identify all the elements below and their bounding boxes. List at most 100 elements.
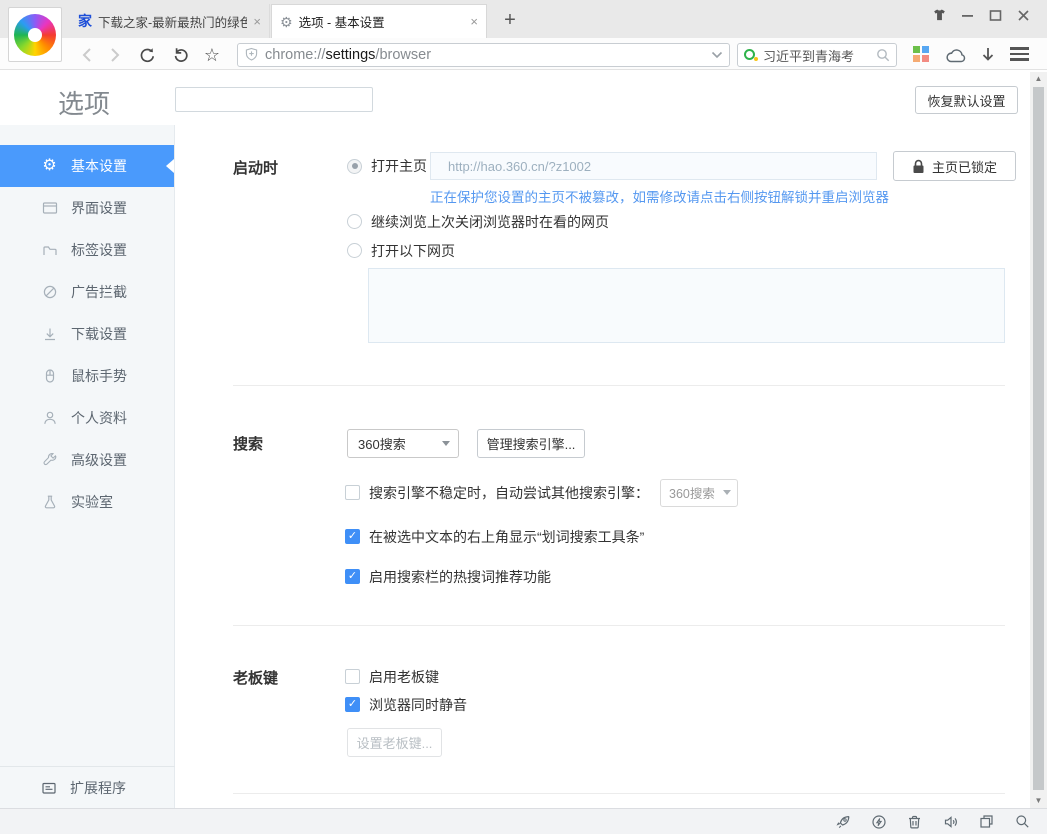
restore-defaults-button[interactable]: 恢复默认设置 — [915, 86, 1018, 114]
divider — [233, 385, 1005, 386]
title-bar: 家 下载之家-最新最热门的绿色... × ⚙ 选项 - 基本设置 × + — [0, 0, 1047, 38]
manage-engines-button[interactable]: 管理搜索引擎... — [477, 429, 585, 458]
url-text: chrome://settings/browser — [265, 47, 431, 63]
bosskey-section-label: 老板键 — [233, 667, 278, 688]
checkbox-enable-bosskey[interactable] — [345, 669, 360, 684]
radio-icon[interactable] — [347, 243, 362, 258]
homepage-locked-button[interactable]: 主页已锁定 — [893, 151, 1016, 181]
new-tab-button[interactable]: + — [497, 8, 523, 32]
tab-icon — [41, 242, 58, 259]
speed-mode-icon[interactable] — [870, 813, 887, 830]
tab-close-icon[interactable]: × — [470, 14, 478, 29]
tab-download-home[interactable]: 家 下载之家-最新最热门的绿色... × — [70, 4, 270, 38]
sidebar-item-interface-settings[interactable]: 界面设置 — [0, 187, 174, 229]
search-query-text[interactable]: 习近平到青海考 — [763, 46, 876, 65]
sidebar-item-basic-settings[interactable]: ⚙ 基本设置 — [0, 145, 174, 187]
divider — [233, 793, 1005, 794]
homepage-protect-notice: 正在保护您设置的主页不被篡改，如需修改请点击右侧按钮解锁并重启浏览器 — [430, 186, 889, 206]
search-icon[interactable] — [876, 48, 890, 62]
maximize-button[interactable] — [981, 5, 1009, 25]
address-bar[interactable]: chrome://settings/browser — [237, 43, 730, 67]
window-restore-icon[interactable] — [978, 813, 995, 830]
hot-words-row: ✓ 启用搜索栏的热搜词推荐功能 — [345, 568, 551, 585]
chevron-down-icon[interactable] — [711, 51, 723, 59]
sidebar-item-profile[interactable]: 个人资料 — [0, 397, 174, 439]
scroll-up-icon[interactable]: ▲ — [1030, 72, 1047, 86]
set-bosskey-button[interactable]: 设置老板键... — [347, 728, 442, 757]
settings-search-input[interactable] — [175, 87, 373, 112]
radio-selected-icon[interactable] — [347, 159, 362, 174]
forward-button[interactable] — [104, 45, 126, 65]
checkbox-label: 启用搜索栏的热搜词推荐功能 — [369, 567, 551, 587]
enable-bosskey-row: 启用老板键 — [345, 668, 439, 685]
booster-rocket-icon[interactable] — [834, 813, 851, 830]
gear-icon: ⚙ — [280, 15, 293, 29]
radio-open-pages[interactable]: 打开以下网页 — [347, 242, 455, 259]
checkbox-label: 在被选中文本的右上角显示“划词搜索工具条” — [369, 527, 644, 547]
site-shield-icon[interactable] — [244, 47, 259, 63]
search-page-icon[interactable] — [1014, 813, 1031, 830]
default-engine-select[interactable]: 360搜索 — [347, 429, 459, 458]
sidebar-item-label: 下载设置 — [71, 324, 127, 344]
refresh-icon[interactable] — [136, 45, 158, 65]
radio-continue-last[interactable]: 继续浏览上次关闭浏览器时在看的网页 — [347, 213, 609, 230]
skin-theme-icon[interactable] — [925, 5, 953, 25]
checkbox-fallback-engine[interactable] — [345, 485, 360, 500]
block-icon — [41, 284, 58, 301]
sidebar-item-tab-settings[interactable]: 标签设置 — [0, 229, 174, 271]
tab-settings[interactable]: ⚙ 选项 - 基本设置 × — [271, 4, 487, 38]
person-icon — [41, 410, 58, 427]
radio-open-homepage[interactable]: 打开主页 — [347, 151, 427, 181]
selection-toolbar-row: ✓ 在被选中文本的右上角显示“划词搜索工具条” — [345, 528, 644, 545]
sidebar-item-extensions[interactable]: 扩展程序 — [0, 766, 175, 808]
speaker-icon[interactable] — [942, 813, 959, 830]
minimize-button[interactable] — [953, 5, 981, 25]
chevron-down-icon — [723, 490, 731, 495]
mute-browser-row: ✓ 浏览器同时静音 — [345, 696, 467, 713]
page-scrollbar[interactable]: ▲ ▼ — [1030, 72, 1047, 808]
tab-favicon: 家 — [78, 11, 92, 31]
bookmark-star-icon[interactable]: ☆ — [201, 45, 223, 65]
trash-icon[interactable] — [906, 813, 923, 830]
scrollbar-thumb[interactable] — [1033, 87, 1044, 790]
browser-logo — [8, 7, 62, 62]
sidebar-item-download-settings[interactable]: 下载设置 — [0, 313, 174, 355]
window-icon — [41, 200, 58, 217]
scroll-down-icon[interactable]: ▼ — [1030, 794, 1047, 808]
sidebar-item-label: 扩展程序 — [70, 778, 126, 798]
sidebar-item-labs[interactable]: 实验室 — [0, 481, 174, 523]
sidebar-item-advanced-settings[interactable]: 高级设置 — [0, 439, 174, 481]
gear-icon: ⚙ — [41, 158, 58, 175]
startup-pages-textarea[interactable] — [368, 268, 1005, 343]
close-button[interactable] — [1009, 5, 1037, 25]
cloud-sync-icon[interactable] — [943, 46, 969, 66]
sidebar-item-label: 鼠标手势 — [71, 366, 127, 386]
tab-close-icon[interactable]: × — [253, 14, 261, 29]
back-button[interactable] — [76, 45, 98, 65]
main-menu-icon[interactable] — [1010, 47, 1029, 61]
checkbox-hot-words[interactable]: ✓ — [345, 569, 360, 584]
flask-icon — [41, 494, 58, 511]
radio-label: 打开主页 — [371, 156, 427, 176]
checkbox-selection-toolbar[interactable]: ✓ — [345, 529, 360, 544]
checkbox-mute-browser[interactable]: ✓ — [345, 697, 360, 712]
homepage-url-input[interactable] — [430, 152, 877, 180]
pinwheel-logo-icon — [14, 14, 56, 56]
sidebar-item-mouse-gestures[interactable]: 鼠标手势 — [0, 355, 174, 397]
sidebar-item-label: 标签设置 — [71, 240, 127, 260]
sidebar-item-label: 个人资料 — [71, 408, 127, 428]
search-box[interactable]: 习近平到青海考 — [737, 43, 897, 67]
radio-icon[interactable] — [347, 214, 362, 229]
sidebar-item-label: 实验室 — [71, 492, 113, 512]
chevron-down-icon — [442, 441, 450, 446]
sidebar-item-ad-block[interactable]: 广告拦截 — [0, 271, 174, 313]
sidebar-item-label: 基本设置 — [71, 156, 127, 176]
app-grid-icon[interactable] — [913, 46, 929, 62]
fallback-engine-select[interactable]: 360搜索 — [660, 479, 738, 507]
wrench-icon — [41, 452, 58, 469]
undo-reopen-icon[interactable] — [169, 45, 191, 65]
tab-title: 下载之家-最新最热门的绿色... — [98, 12, 247, 31]
fallback-engine-row: 搜索引擎不稳定时，自动尝试其他搜索引擎： 360搜索 — [345, 478, 738, 507]
selected-engine-value: 360搜索 — [669, 483, 715, 502]
download-manager-icon[interactable] — [977, 45, 999, 65]
